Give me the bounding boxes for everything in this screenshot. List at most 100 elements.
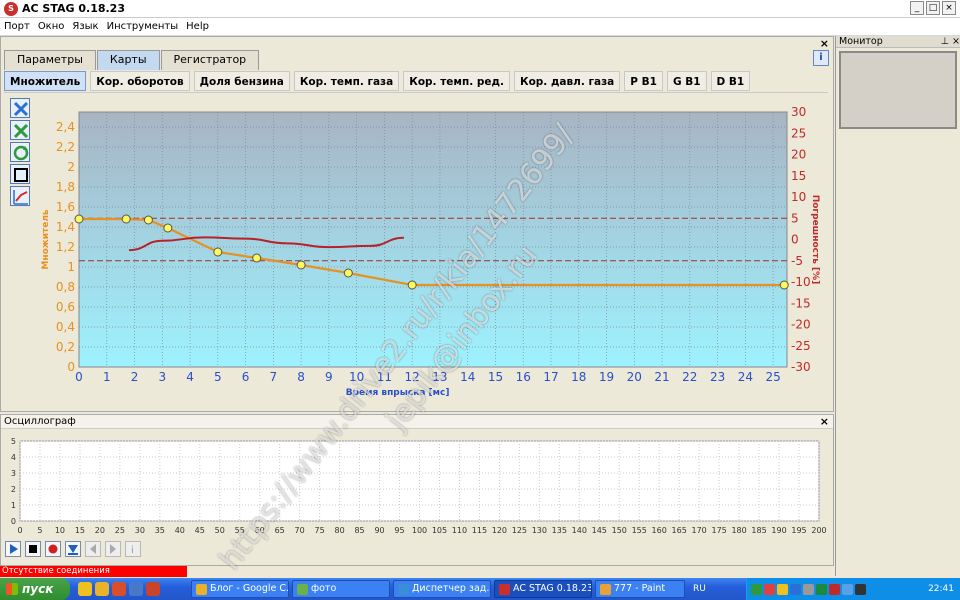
frame-icon[interactable] [10, 164, 30, 184]
osc-x-tick-label: 5 [37, 526, 42, 535]
osc-x-tick-label: 35 [155, 526, 165, 535]
tab-p-b1[interactable]: P B1 [624, 71, 663, 91]
tab-gas-pressure-correction[interactable]: Кор. давл. газа [514, 71, 621, 91]
pin-icon[interactable]: ⊥ [941, 36, 949, 47]
tab-maps[interactable]: Карты [96, 50, 160, 70]
download-icon[interactable] [65, 541, 81, 557]
maximize-button[interactable]: □ [926, 1, 940, 15]
tab-d-b1[interactable]: D B1 [710, 71, 751, 91]
status-bar: Отсутствие соединения [0, 566, 834, 577]
tray-icon[interactable] [816, 583, 827, 595]
osc-x-tick-label: 30 [135, 526, 145, 535]
tab-reducer-temp-correction[interactable]: Кор. темп. ред. [403, 71, 510, 91]
x-tick-label: 9 [325, 370, 333, 384]
task-task-manager[interactable]: Диспетчер зад... [393, 580, 491, 598]
task-photos[interactable]: фото [292, 580, 390, 598]
tray-icon[interactable] [855, 583, 866, 595]
tab-petrol-share[interactable]: Доля бензина [193, 71, 290, 91]
osc-y-tick-label: 2 [11, 485, 16, 494]
minimize-button[interactable]: _ [910, 1, 924, 15]
tab-g-b1[interactable]: G B1 [666, 71, 707, 91]
help-button[interactable]: i [813, 50, 829, 66]
y-left-tick-label: 0,8 [56, 280, 75, 294]
menu-item-port[interactable]: Порт [4, 21, 30, 32]
osc-x-tick-label: 105 [432, 526, 447, 535]
y-left-tick-label: 0,2 [56, 340, 75, 354]
maps-panel: × Параметры Карты Регистратор i Множител… [0, 36, 834, 412]
monitor-close-button[interactable]: × [952, 36, 960, 47]
osc-x-tick-label: 55 [235, 526, 245, 535]
tab-recorder[interactable]: Регистратор [160, 50, 260, 70]
tab-multiplier[interactable]: Множитель [4, 71, 87, 91]
task-blog-chrome[interactable]: Блог - Google C... [191, 580, 289, 598]
osc-x-tick-label: 20 [95, 526, 105, 535]
osc-x-tick-label: 85 [354, 526, 364, 535]
x-tick-label: 12 [405, 370, 420, 384]
start-button[interactable]: пуск [0, 578, 70, 600]
window-title: AC STAG 0.18.23 [22, 2, 125, 15]
menu-item-help[interactable]: Help [186, 21, 209, 32]
osc-x-tick-label: 140 [572, 526, 587, 535]
y-left-tick-label: 1,8 [56, 180, 75, 194]
tray-icon[interactable] [777, 583, 788, 595]
refresh-icon[interactable] [10, 142, 30, 162]
monitor-title: Монитор [839, 36, 883, 47]
y-right-tick-label: 0 [791, 233, 799, 247]
prev-icon[interactable] [85, 541, 101, 557]
info-icon[interactable]: i [125, 541, 141, 557]
connection-status: Отсутствие соединения [0, 566, 187, 577]
tray-icon[interactable] [803, 583, 814, 595]
y-left-tick-label: 0,4 [56, 320, 75, 334]
y-left-tick-label: 1,2 [56, 240, 75, 254]
chrome-icon[interactable] [95, 582, 109, 596]
next-icon[interactable] [105, 541, 121, 557]
osc-x-tick-label: 80 [335, 526, 345, 535]
delete-x-icon[interactable] [10, 120, 30, 140]
tab-gas-temp-correction[interactable]: Кор. темп. газа [293, 71, 400, 91]
y-left-tick-label: 2 [67, 160, 75, 174]
close-button[interactable]: × [942, 1, 956, 15]
quicklaunch-icon[interactable] [78, 582, 92, 596]
stop-icon[interactable] [25, 541, 41, 557]
app-icon[interactable] [146, 582, 160, 596]
clear-x-icon[interactable] [10, 98, 30, 118]
autocalibrate-icon[interactable] [10, 186, 30, 206]
task-paint[interactable]: 777 - Paint [595, 580, 685, 598]
tray-icon[interactable] [829, 583, 840, 595]
x-tick-label: 0 [75, 370, 83, 384]
y-right-tick-label: -15 [791, 296, 811, 310]
tab-parameters[interactable]: Параметры [4, 50, 96, 70]
tray-icon[interactable] [842, 583, 853, 595]
osc-y-tick-label: 1 [11, 501, 16, 510]
start-label: пуск [22, 582, 54, 596]
osc-x-tick-label: 10 [55, 526, 65, 535]
menu-item-window[interactable]: Окно [38, 21, 65, 32]
multiplier-point [213, 247, 223, 257]
x-tick-label: 2 [131, 370, 139, 384]
osc-x-tick-label: 170 [692, 526, 707, 535]
y-right-tick-label: -25 [791, 339, 811, 353]
task-ac-stag[interactable]: AC STAG 0.18.23 [494, 580, 592, 598]
x-tick-label: 1 [103, 370, 111, 384]
title-bar: S AC STAG 0.18.23 _ □ × [0, 0, 960, 18]
opera-icon[interactable] [112, 582, 126, 596]
tray-icon[interactable] [790, 583, 801, 595]
multiplier-chart[interactable]: 0 1 2 3 4 5 6 7 8 9 10 11 12 13 14 15 16 17 18 19 20 21 22 23 24… [37, 101, 827, 401]
play-icon[interactable] [5, 541, 21, 557]
save-icon[interactable] [129, 582, 143, 596]
x-tick-label: 21 [654, 370, 669, 384]
oscilloscope-controls: i [5, 541, 141, 557]
osc-x-tick-label: 185 [751, 526, 766, 535]
monitor-view [839, 51, 957, 129]
multiplier-point [343, 268, 353, 278]
tray-icon[interactable] [751, 583, 762, 595]
language-indicator[interactable]: RU [693, 584, 713, 594]
menu-item-language[interactable]: Язык [72, 21, 98, 32]
tab-rpm-correction[interactable]: Кор. оборотов [90, 71, 190, 91]
oscilloscope-close-button[interactable]: × [820, 416, 829, 427]
oscilloscope-panel: Осциллограф × 0 5 10 15 20 25 30 35 40 45 50 55 60 65… [0, 414, 834, 566]
record-icon[interactable] [45, 541, 61, 557]
maps-panel-close-button[interactable]: × [820, 38, 829, 49]
menu-item-tools[interactable]: Инструменты [107, 21, 179, 32]
tray-icon[interactable] [764, 583, 775, 595]
